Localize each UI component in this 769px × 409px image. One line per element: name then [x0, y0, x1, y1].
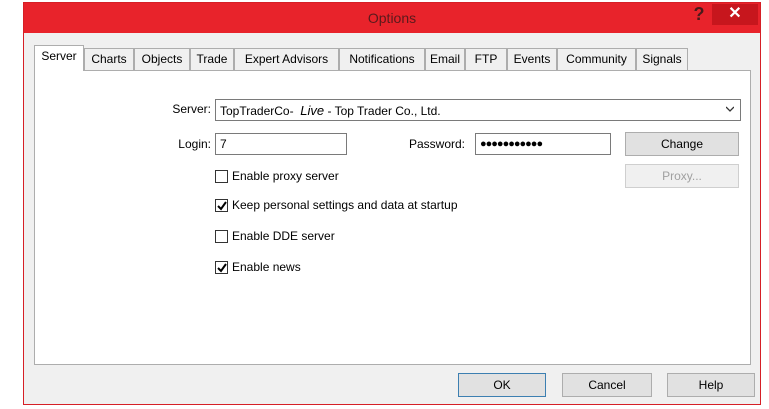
tab-objects[interactable]: Objects [134, 48, 190, 70]
help-button[interactable]: Help [667, 373, 755, 397]
checkbox-box[interactable] [215, 199, 228, 212]
tab-expert-advisors[interactable]: Expert Advisors [234, 48, 339, 70]
tab-community[interactable]: Community [557, 48, 636, 70]
checkbox-box[interactable] [215, 170, 228, 183]
change-button[interactable]: Change [625, 132, 739, 156]
server-value-italic: Live [300, 103, 325, 118]
checkmark-icon [217, 201, 227, 211]
login-label: Login: [178, 137, 211, 151]
checkmark-icon [217, 263, 227, 273]
tab-notifications[interactable]: Notifications [339, 48, 425, 70]
server-value: TopTraderCo- Live - Top Trader Co., Ltd. [220, 103, 441, 118]
server-select[interactable]: TopTraderCo- Live - Top Trader Co., Ltd. [215, 99, 741, 121]
checkbox-box[interactable] [215, 261, 228, 274]
close-button[interactable]: ✕ [712, 4, 758, 25]
tab-trade[interactable]: Trade [190, 48, 234, 70]
tab-email[interactable]: Email [425, 48, 465, 70]
password-input[interactable]: ●●●●●●●●●●● [475, 133, 611, 155]
server-tab-panel: Server: TopTraderCo- Live - Top Trader C… [34, 70, 751, 365]
ok-button[interactable]: OK [458, 373, 546, 397]
proxy-button[interactable]: Proxy... [625, 164, 739, 188]
server-value-suffix: - Top Trader Co., Ltd. [324, 104, 441, 118]
checkbox-label: Enable proxy server [232, 169, 339, 183]
checkbox-label: Keep personal settings and data at start… [232, 198, 458, 212]
tab-server[interactable]: Server [34, 45, 84, 71]
checkbox-label: Enable DDE server [232, 229, 335, 243]
title-bar[interactable]: Options ? ✕ [24, 3, 760, 33]
cancel-button[interactable]: Cancel [562, 373, 652, 397]
login-input[interactable]: 7 [215, 133, 347, 155]
password-label: Password: [408, 137, 465, 151]
dialog-title: Options [367, 10, 417, 26]
options-dialog: Options ? ✕ Server Charts Objects Trade … [23, 2, 761, 405]
server-label: Server: [172, 102, 211, 116]
tab-signals[interactable]: Signals [636, 48, 688, 70]
server-value-prefix: TopTraderCo- [220, 104, 294, 118]
checkbox-label: Enable news [232, 260, 301, 274]
tab-ftp[interactable]: FTP [465, 48, 507, 70]
tab-charts[interactable]: Charts [84, 48, 134, 70]
help-icon[interactable]: ? [689, 4, 709, 28]
tab-events[interactable]: Events [507, 48, 557, 70]
checkbox-box[interactable] [215, 230, 228, 243]
chevron-down-icon[interactable] [726, 105, 734, 113]
